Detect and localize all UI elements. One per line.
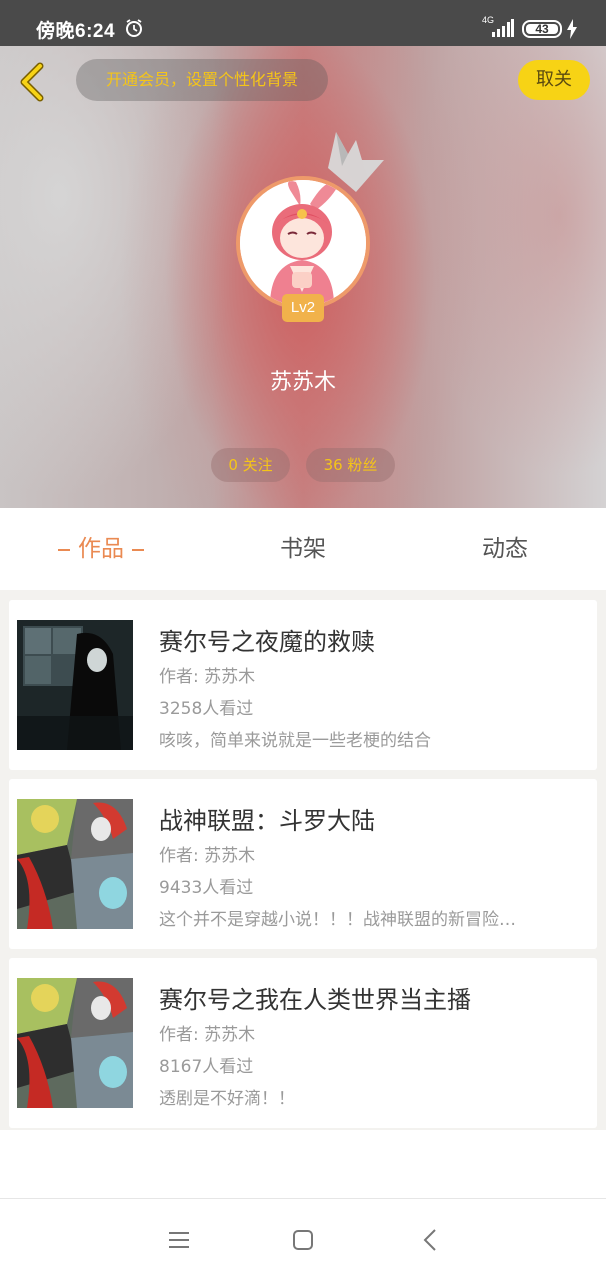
work-card[interactable]: 战神联盟：斗罗大陆 作者: 苏苏木 9433人看过 这个并不是穿越小说！！！战神… [9, 779, 597, 949]
username: 苏苏木 [269, 370, 336, 395]
work-views: 9433人看过 [159, 878, 254, 898]
battery-level: 43 [535, 22, 549, 36]
profile-tabs: 作品 书架 动态 [0, 508, 606, 590]
status-bar: 傍晚6:24 4G 43 [0, 0, 606, 46]
work-cover-image [17, 978, 133, 1108]
level-badge: Lv2 [282, 294, 324, 322]
work-title: 赛尔号之我在人类世界当主播 [159, 986, 471, 1014]
home-icon[interactable] [290, 1227, 316, 1253]
profile-header: 开通会员，设置个性化背景 取关 Lv2 苏苏木 0 关注 36 粉丝 [0, 46, 606, 508]
alarm-icon [126, 19, 142, 37]
back-icon[interactable] [418, 1227, 444, 1253]
tab-active-indicator [132, 548, 144, 551]
work-cover-image [17, 799, 133, 929]
status-time: 傍晚6:24 [36, 21, 116, 42]
work-card[interactable]: 赛尔号之夜魔的救赎 作者: 苏苏木 3258人看过 咳咳，简单来说就是一些老梗的… [9, 600, 597, 770]
work-description: 这个并不是穿越小说！！！战神联盟的新冒险… [159, 910, 516, 930]
work-description: 透剧是不好滴！！ [159, 1089, 295, 1109]
menu-icon[interactable] [166, 1227, 192, 1253]
avatar-illustration [240, 180, 366, 306]
work-author: 作者: 苏苏木 [159, 667, 256, 687]
battery-icon: 43 [522, 20, 562, 38]
content-blank-area [0, 1130, 606, 1198]
tab-works-label: 作品 [78, 536, 124, 562]
unfollow-button[interactable]: 取关 [518, 60, 590, 100]
work-author: 作者: 苏苏木 [159, 846, 256, 866]
work-views: 3258人看过 [159, 699, 254, 719]
work-title: 战神联盟：斗罗大陆 [159, 807, 375, 835]
work-title: 赛尔号之夜魔的救赎 [159, 628, 375, 656]
work-author: 作者: 苏苏木 [159, 1025, 256, 1045]
following-count[interactable]: 0 关注 [211, 448, 290, 482]
tab-bookshelf[interactable]: 书架 [202, 508, 404, 590]
tab-active-indicator [58, 548, 70, 551]
tab-activity[interactable]: 动态 [404, 508, 606, 590]
signal-icon [492, 19, 514, 37]
tab-bookshelf-label: 书架 [280, 536, 326, 562]
avatar[interactable] [236, 176, 370, 310]
vip-banner[interactable]: 开通会员，设置个性化背景 [76, 59, 328, 101]
system-nav-bar [0, 1198, 606, 1280]
work-cover-image [17, 620, 133, 750]
fans-count[interactable]: 36 粉丝 [306, 448, 395, 482]
tab-works[interactable]: 作品 [0, 508, 202, 590]
tab-activity-label: 动态 [482, 536, 528, 562]
works-list: 赛尔号之夜魔的救赎 作者: 苏苏木 3258人看过 咳咳，简单来说就是一些老梗的… [0, 590, 606, 1130]
work-views: 8167人看过 [159, 1057, 254, 1077]
work-description: 咳咳，简单来说就是一些老梗的结合 [159, 731, 431, 751]
charging-icon [567, 19, 577, 39]
chevron-left-icon[interactable] [16, 60, 50, 104]
work-card[interactable]: 赛尔号之我在人类世界当主播 作者: 苏苏木 8167人看过 透剧是不好滴！！ [9, 958, 597, 1128]
